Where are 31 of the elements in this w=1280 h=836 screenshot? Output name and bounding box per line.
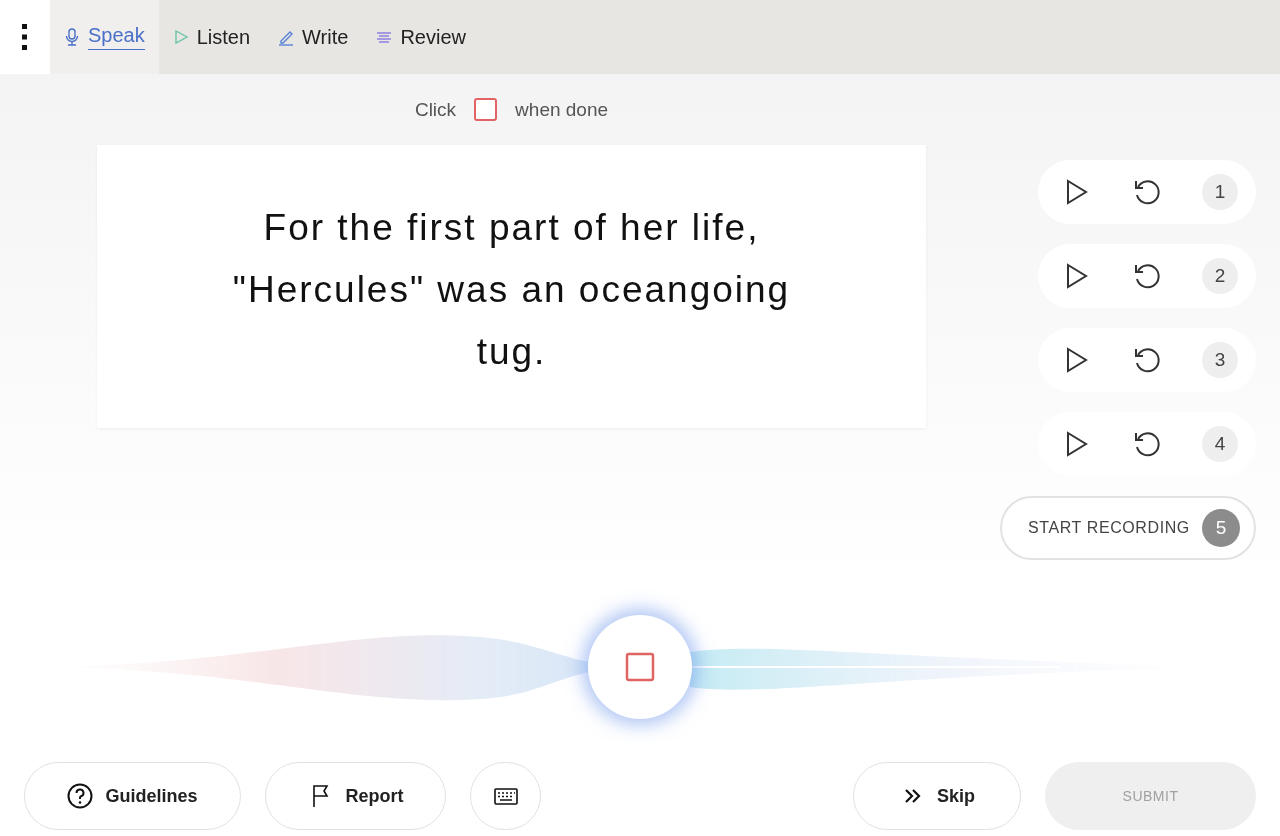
sentence-text: For the first part of her life, "Hercules" was an oceangoing tug. — [231, 206, 792, 374]
recording-count: 5 — [1202, 509, 1240, 547]
tab[interactable]: Listen — [158, 0, 265, 74]
stop-icon — [625, 652, 655, 682]
skip-button[interactable]: Skip — [853, 762, 1021, 830]
report-button[interactable]: Report — [265, 762, 446, 830]
start-recording-button[interactable]: START RECORDING 5 — [1000, 496, 1256, 560]
play-button[interactable] — [1066, 179, 1088, 205]
tab[interactable]: Review — [362, 0, 480, 74]
hint-text: when done — [515, 98, 609, 121]
tab[interactable]: Write — [264, 0, 363, 74]
play-button[interactable] — [1066, 263, 1088, 289]
mic-icon — [64, 28, 80, 46]
tab[interactable]: Speak — [50, 0, 159, 74]
clip-number: 1 — [1202, 174, 1238, 210]
menu-icon — [22, 24, 28, 50]
menu-button[interactable] — [0, 0, 50, 74]
clip-number: 4 — [1202, 426, 1238, 462]
play-button[interactable] — [1066, 347, 1088, 373]
replay-button[interactable] — [1132, 178, 1162, 206]
replay-button[interactable] — [1132, 346, 1162, 374]
done-checkbox[interactable] — [474, 98, 498, 121]
replay-button[interactable] — [1132, 430, 1162, 458]
help-icon — [67, 783, 94, 809]
play-button[interactable] — [1066, 431, 1088, 457]
clip-number: 2 — [1202, 258, 1238, 294]
hint-text: Click — [414, 98, 457, 121]
clip-number: 3 — [1202, 342, 1238, 378]
guidelines-button[interactable]: Guidelines — [24, 762, 241, 830]
play-icon — [172, 28, 189, 46]
replay-button[interactable] — [1132, 262, 1162, 290]
